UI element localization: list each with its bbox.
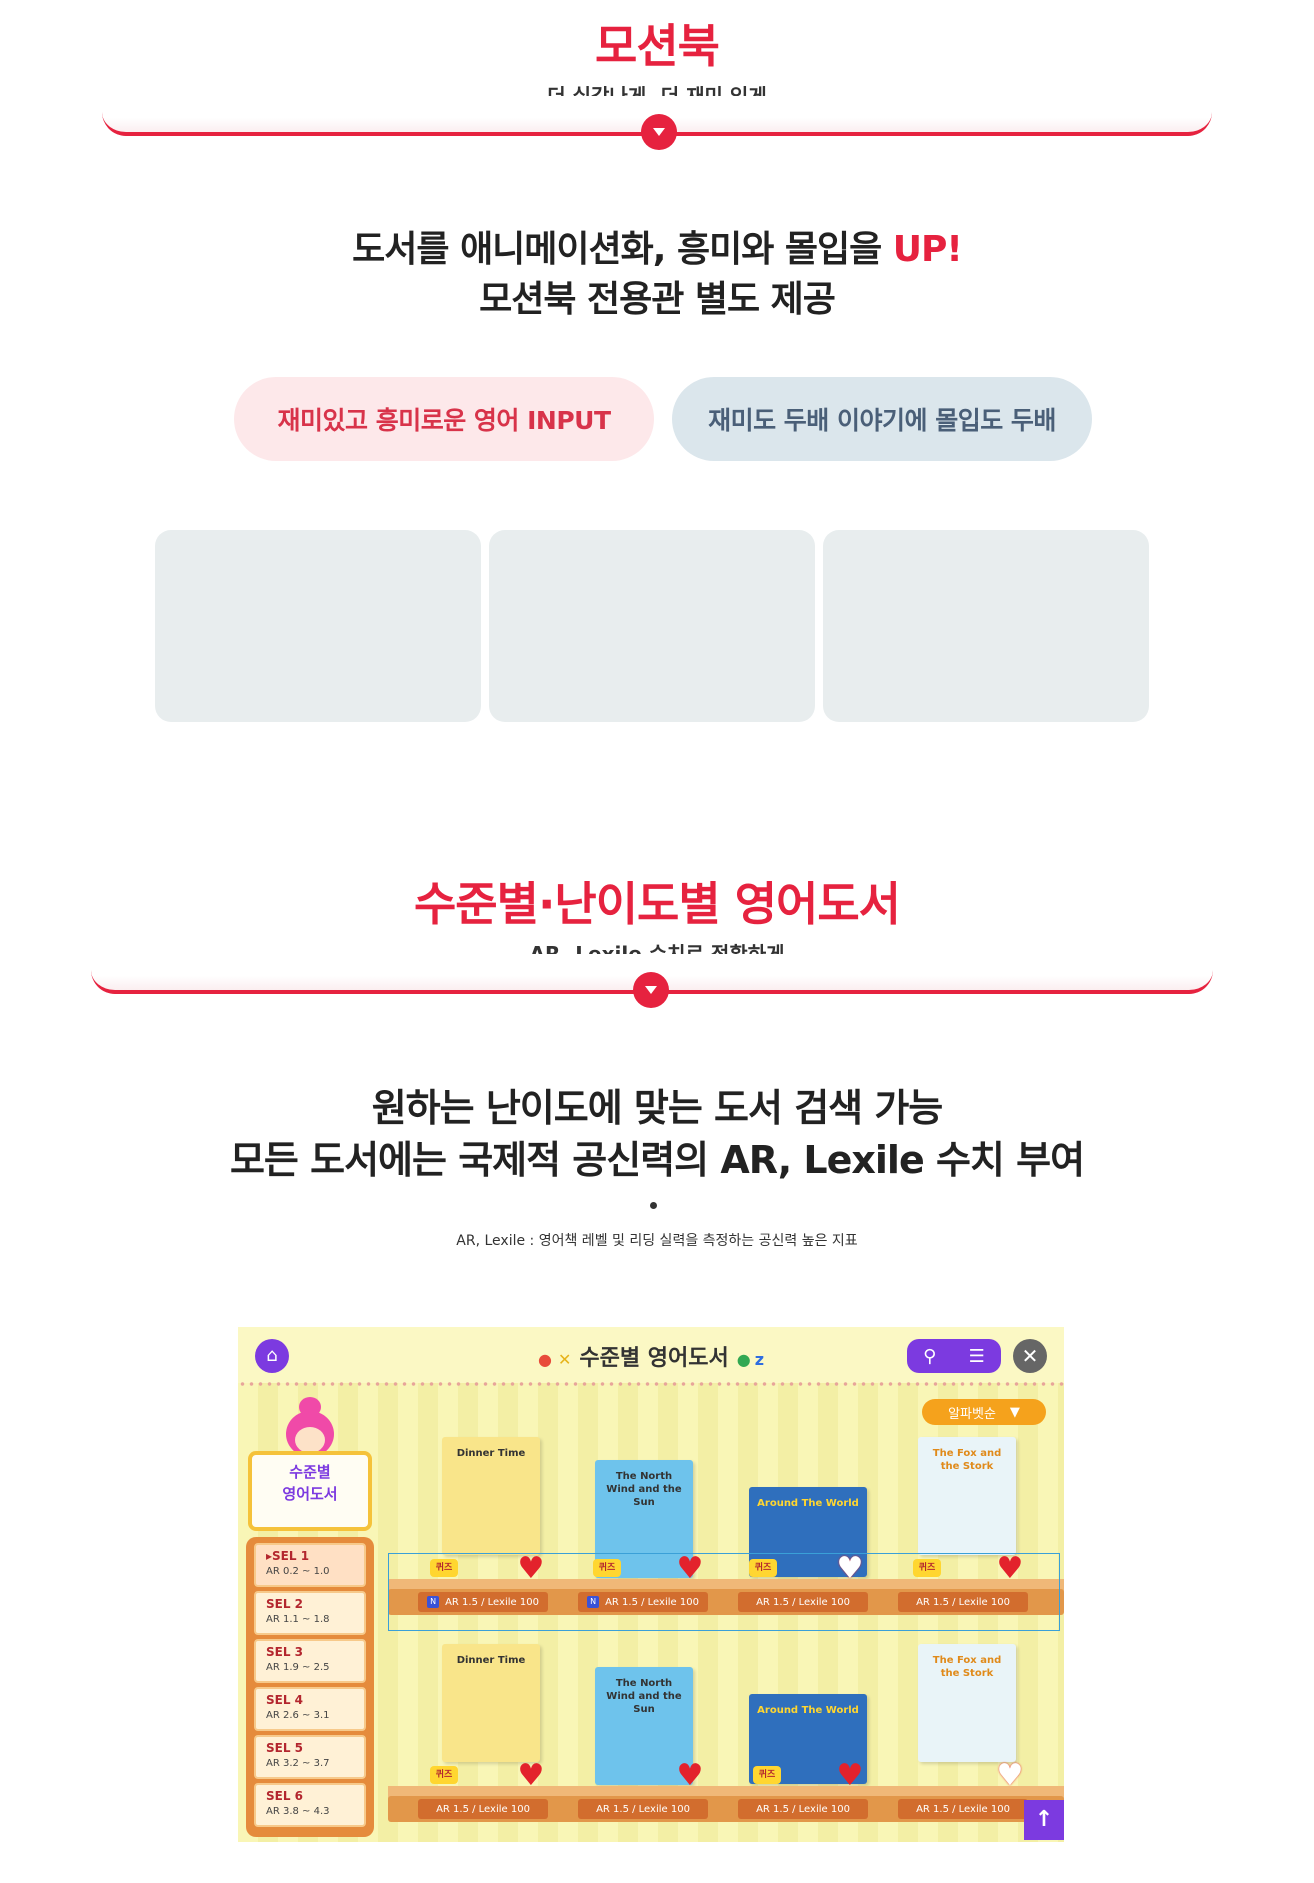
section-title: 수준별·난이도별 영어도서	[413, 877, 901, 931]
search-icon[interactable]: ⚲	[923, 1346, 936, 1367]
app-title-text: 수준별 영어도서	[579, 1346, 729, 1371]
level-name: SEL 6	[266, 1789, 304, 1803]
book-level-label: AR 1.5 / Lexile 100	[738, 1592, 868, 1612]
book-cover[interactable]: Dinner Time	[442, 1437, 540, 1555]
level-books-app-screenshot: ⌂ ● ✕ 수준별 영어도서 ● z ⚲ ☰ ✕ 알파벳순 ▼ 수준별 영어도서 ▸SE…	[238, 1327, 1064, 1842]
book-title: Around The World	[757, 1498, 859, 1509]
headline-line1: 원하는 난이도에 맞는 도서 검색 가능	[371, 1086, 944, 1130]
book-level-label: AR 1.5 / Lexile 100	[738, 1799, 868, 1819]
book-level-label: N AR 1.5 / Lexile 100	[578, 1592, 708, 1612]
chevron-down-icon: ▼	[1009, 1404, 1020, 1420]
section-motionbook-header: 모션북 더 실감나게, 더 재미 있게	[0, 10, 1314, 109]
book-title: Dinner Time	[456, 1448, 526, 1459]
level-menu: ▸SEL 1 AR 0.2 ~ 1.0 SEL 2 AR 1.1 ~ 1.8 S…	[246, 1537, 374, 1837]
letter-x-icon: ✕	[557, 1350, 572, 1369]
section-level-books-header: 수준별·난이도별 영어도서 AR, Lexile 수치로 정확하게	[0, 868, 1314, 967]
motionbook-headline: 도서를 애니메이션화, 흥미와 몰입을 UP! 모션북 전용관 별도 제공	[0, 225, 1314, 325]
level-item-sel1[interactable]: ▸SEL 1 AR 0.2 ~ 1.0	[254, 1543, 366, 1587]
preview-card	[155, 530, 481, 722]
book-title: The Fox and the Stork	[932, 1448, 1002, 1472]
book-title: The Fox and the Stork	[932, 1655, 1002, 1679]
book-cover[interactable]: The Fox and the Stork	[918, 1644, 1016, 1762]
level-books-headline: 원하는 난이도에 맞는 도서 검색 가능 모든 도서에는 국제적 공신력의 AR…	[0, 1082, 1314, 1186]
headline-line1: 도서를 애니메이션화, 흥미와 몰입을	[352, 229, 893, 270]
feature-pill-input: 재미있고 흥미로운 영어 INPUT	[234, 377, 654, 461]
level-name: SEL 3	[266, 1645, 304, 1659]
headline-line2: 모든 도서에는 국제적 공신력의 AR, Lexile 수치 부여	[229, 1138, 1085, 1182]
sort-label: 알파벳순	[948, 1406, 996, 1422]
level-name: SEL 5	[266, 1741, 304, 1755]
level-range: AR 3.2 ~ 3.7	[266, 1758, 330, 1769]
new-tag: N	[427, 1596, 440, 1608]
preview-card	[489, 530, 815, 722]
close-icon[interactable]: ✕	[1013, 1339, 1047, 1373]
section-title: 모션북	[595, 19, 720, 73]
sign-line2: 영어도서	[282, 1485, 338, 1503]
quiz-badge: 퀴즈	[753, 1766, 781, 1784]
new-tag: N	[587, 1596, 600, 1608]
level-item-sel3[interactable]: SEL 3 AR 1.9 ~ 2.5	[254, 1639, 366, 1683]
level-name: SEL 2	[266, 1597, 304, 1611]
level-name: SEL 4	[266, 1693, 304, 1707]
book-title: The North Wind and the Sun	[606, 1678, 682, 1715]
header-dotted-border	[238, 1381, 1064, 1387]
book-cover[interactable]: The Fox and the Stork	[918, 1437, 1016, 1555]
book-title: Dinner Time	[456, 1655, 526, 1666]
level-item-sel4[interactable]: SEL 4 AR 2.6 ~ 3.1	[254, 1687, 366, 1731]
level-range: AR 0.2 ~ 1.0	[266, 1566, 330, 1577]
chevron-down-icon	[641, 114, 677, 150]
level-range: AR 1.1 ~ 1.8	[266, 1614, 330, 1625]
book-level-label: AR 1.5 / Lexile 100	[418, 1799, 548, 1819]
category-sign: 수준별 영어도서	[248, 1451, 372, 1531]
book-level-label: N AR 1.5 / Lexile 100	[418, 1592, 548, 1612]
headline-accent: UP!	[892, 229, 963, 270]
level-range: AR 2.6 ~ 3.1	[266, 1710, 330, 1721]
book-level-label: AR 1.5 / Lexile 100	[578, 1799, 708, 1819]
level-item-sel5[interactable]: SEL 5 AR 3.2 ~ 3.7	[254, 1735, 366, 1779]
letter-a-icon: ●	[538, 1350, 552, 1369]
letter-z-icon: z	[754, 1350, 764, 1369]
footnote: AR, Lexile : 영어책 레벨 및 리딩 실력을 측정하는 공신력 높은…	[456, 1233, 858, 1249]
menu-icon[interactable]: ☰	[969, 1346, 985, 1367]
book-title: Around The World	[757, 1705, 859, 1716]
scroll-top-icon[interactable]: ↑	[1024, 1800, 1064, 1840]
level-name: ▸SEL 1	[266, 1549, 310, 1563]
preview-card	[823, 530, 1149, 722]
bullet-dot	[650, 1202, 657, 1209]
level-item-sel2[interactable]: SEL 2 AR 1.1 ~ 1.8	[254, 1591, 366, 1635]
feature-pill-immersion: 재미도 두배 이야기에 몰입도 두배	[672, 377, 1092, 461]
book-level-label: AR 1.5 / Lexile 100	[898, 1592, 1028, 1612]
book-title: The North Wind and the Sun	[606, 1471, 682, 1508]
book-level-label: AR 1.5 / Lexile 100	[898, 1799, 1028, 1819]
book-cover[interactable]: Dinner Time	[442, 1644, 540, 1762]
sign-line1: 수준별	[289, 1463, 331, 1481]
toolbar: ⚲ ☰	[907, 1339, 1001, 1373]
level-text: AR 1.5 / Lexile 100	[445, 1596, 539, 1608]
chevron-down-icon	[633, 972, 669, 1008]
letter-o-icon: ●	[736, 1350, 751, 1369]
level-item-sel6[interactable]: SEL 6 AR 3.8 ~ 4.3	[254, 1783, 366, 1827]
level-range: AR 3.8 ~ 4.3	[266, 1806, 330, 1817]
headline-line2: 모션북 전용관 별도 제공	[479, 279, 836, 320]
level-range: AR 1.9 ~ 2.5	[266, 1662, 330, 1673]
level-text: AR 1.5 / Lexile 100	[605, 1596, 699, 1608]
sort-dropdown[interactable]: 알파벳순 ▼	[922, 1399, 1046, 1425]
quiz-badge: 퀴즈	[430, 1766, 458, 1784]
